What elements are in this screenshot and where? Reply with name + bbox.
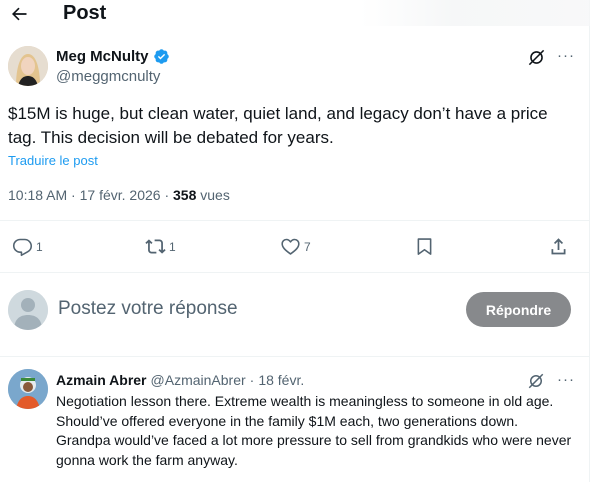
grok-icon[interactable] [527,372,545,390]
reply-button[interactable]: 1 [12,236,43,257]
divider [0,356,590,357]
author-avatar[interactable] [8,46,48,86]
more-icon[interactable]: ··· [556,46,576,66]
share-button[interactable] [548,236,569,257]
meta-separator: · [71,187,80,203]
comment-avatar-image [8,369,48,409]
bookmark-button[interactable] [414,236,435,257]
reply-count: 1 [36,239,43,254]
post-text: $15M is huge, but clean water, quiet lan… [8,104,548,147]
header: Post [0,0,590,30]
back-button[interactable] [8,3,30,25]
reply-icon [12,238,33,257]
author-avatar-image [8,46,48,86]
divider [0,220,590,221]
comment-text: Negotiation lesson there. Extreme wealth… [56,393,572,468]
header-backdrop [360,0,590,26]
back-arrow-icon [12,7,27,21]
views-label: vues [200,187,230,203]
comment-author-name[interactable]: Azmain Abrer [56,372,147,388]
author-handle[interactable]: @meggmcnulty [56,68,160,85]
comment-date[interactable]: 18 févr. [258,372,304,388]
repost-button[interactable]: 1 [145,236,176,257]
author-name[interactable]: Meg McNulty [56,48,170,65]
action-bar: 1 1 7 [0,228,590,268]
comment-author-handle[interactable]: @AzmainAbrer [151,372,246,388]
like-button[interactable]: 7 [280,236,311,257]
share-icon [551,238,566,255]
page-title: Post [63,2,107,24]
comment-separator: · [249,372,255,388]
default-avatar-icon [8,290,48,330]
meta-separator: · [164,187,174,203]
repost-icon [145,239,166,254]
post-detail-page: Post Meg McNulty @meggmcnulty ··· $15M i… [0,0,590,482]
translate-link[interactable]: Traduire le post [8,153,98,168]
repost-count: 1 [169,239,176,254]
author-name-text: Meg McNulty [56,48,149,65]
grok-icon[interactable] [527,48,546,67]
like-icon [281,238,300,255]
verified-badge-icon [153,49,169,64]
comment-header: Azmain Abrer @AzmainAbrer · 18 févr. [56,372,304,388]
bookmark-icon [417,238,432,255]
reply-input[interactable] [58,298,448,320]
divider [0,272,590,273]
user-avatar[interactable] [8,290,48,330]
post-time[interactable]: 10:18 AM [8,187,67,203]
comment-avatar[interactable] [8,369,48,409]
post-meta: 10:18 AM · 17 févr. 2026 · 358 vues [8,187,230,203]
more-icon[interactable]: ··· [556,370,576,390]
views-count: 358 [173,187,197,203]
reply-submit-button[interactable]: Répondre [466,292,571,327]
like-count: 7 [304,239,311,254]
post-date[interactable]: 17 févr. 2026 [80,187,161,203]
